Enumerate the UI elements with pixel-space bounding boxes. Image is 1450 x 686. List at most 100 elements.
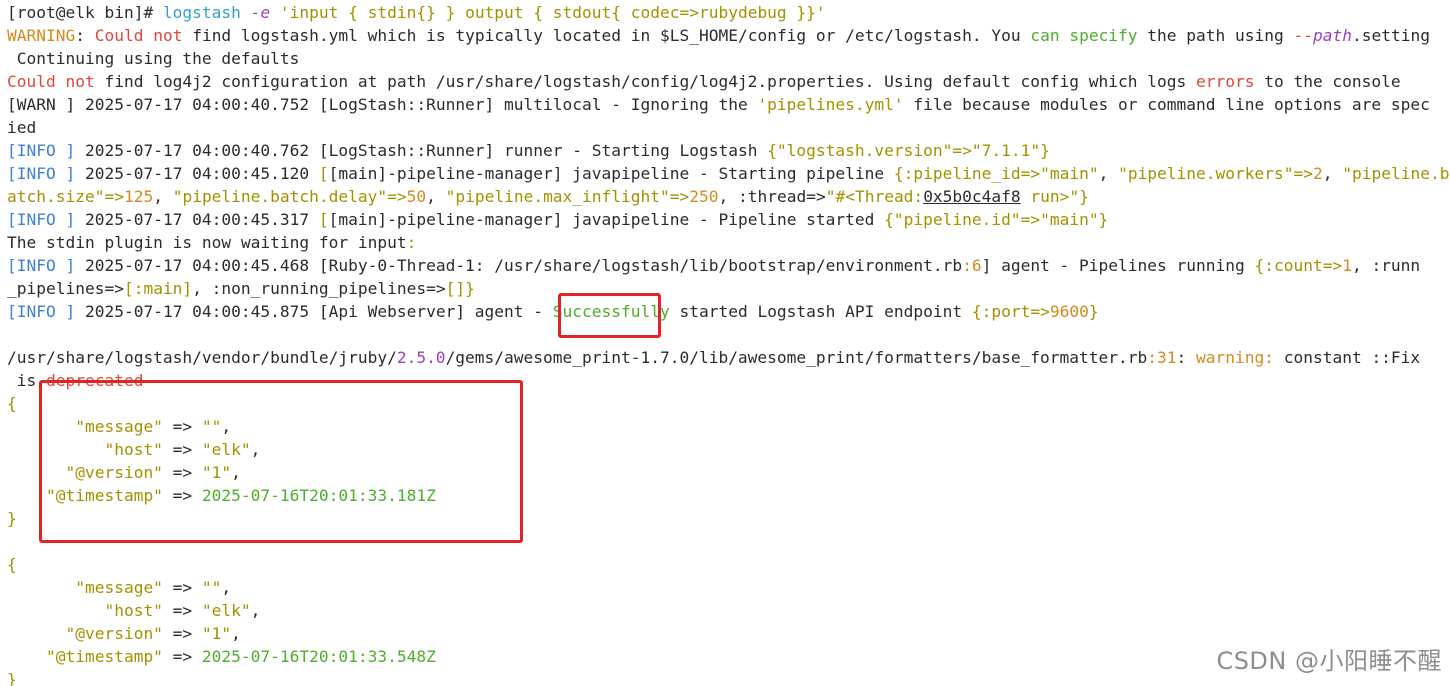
terminal-text: 2025-07-17 04:00:45.468 [Ruby-0-Thread-1…	[75, 256, 963, 275]
terminal-text: ,	[426, 187, 446, 206]
terminal-text: =>	[162, 647, 202, 666]
terminal-text: {:count=>	[1254, 256, 1343, 275]
terminal-text: path	[1312, 26, 1352, 45]
terminal-text: =>	[162, 440, 202, 459]
terminal-text: 2025-07-16T20:01:33.548Z	[201, 647, 436, 666]
terminal-text: ,	[221, 417, 232, 436]
terminal-text: =>	[162, 601, 202, 620]
terminal-line: is deprecated	[7, 369, 1450, 392]
terminal-line: "message" => "",	[7, 415, 1450, 438]
terminal-text: =>	[162, 578, 202, 597]
terminal-text: =>	[162, 463, 202, 482]
terminal-text: ,	[153, 187, 173, 206]
terminal-line: "message" => "",	[7, 576, 1450, 599]
terminal-text: Continuing using the defaults	[7, 49, 300, 68]
terminal-text: ied	[7, 118, 37, 137]
terminal-text: run>"}	[1020, 187, 1089, 206]
terminal-text: "@timestamp"	[7, 486, 163, 505]
terminal-line: [WARN ] 2025-07-17 04:00:40.752 [LogStas…	[7, 93, 1450, 116]
terminal-text: {:port=>	[971, 302, 1050, 321]
terminal-text: "host"	[7, 601, 163, 620]
terminal-text: ,	[1098, 164, 1119, 183]
terminal-line: atch.size"=>125, "pipeline.batch.delay"=…	[7, 185, 1450, 208]
terminal-text: "elk"	[201, 601, 251, 620]
terminal-text: ,	[250, 601, 261, 620]
terminal-text: deprecated	[45, 371, 144, 390]
terminal-text: , :thread=>	[718, 187, 826, 206]
terminal-text: is	[7, 371, 46, 390]
terminal-text: "@timestamp"	[7, 647, 163, 666]
terminal-text: 125	[123, 187, 154, 206]
terminal-text: the path using	[1137, 26, 1294, 45]
terminal-line: [INFO ] 2025-07-17 04:00:40.762 [LogStas…	[7, 139, 1450, 162]
terminal-text: =>	[162, 417, 202, 436]
terminal-text: -e	[250, 3, 271, 22]
terminal-line: /usr/share/logstash/vendor/bundle/jruby/…	[7, 346, 1450, 369]
terminal-text: 2025-07-17 04:00:40.752 [LogStash::Runne…	[75, 95, 758, 114]
terminal-text: [	[318, 210, 329, 229]
terminal-text: ,	[1322, 164, 1343, 183]
terminal-text: [	[318, 164, 329, 183]
terminal-text: [INFO ]	[7, 141, 76, 160]
terminal-text: 2025-07-17 04:00:45.875 [Api Webserver] …	[75, 302, 553, 321]
terminal-text: Could not	[94, 26, 183, 45]
terminal-text: 2025-07-17 04:00:45.317	[75, 210, 319, 229]
terminal-text: :	[406, 233, 417, 252]
terminal-text: The stdin plugin is now waiting for inpu…	[7, 233, 407, 252]
terminal-text: --	[1293, 26, 1313, 45]
terminal-text: 2.5.0	[396, 348, 446, 367]
terminal-text: []}	[445, 279, 475, 298]
terminal-text: {"logstash.version"=>"7.1.1"}	[767, 141, 1050, 160]
terminal-text: [INFO ]	[7, 302, 76, 321]
terminal-text: to the console	[1254, 72, 1401, 91]
terminal-text: [INFO ]	[7, 256, 76, 275]
terminal-text: can specify	[1030, 26, 1138, 45]
terminal-text: ,	[221, 578, 232, 597]
terminal-text: ,	[231, 463, 241, 482]
terminal-text: "1"	[201, 463, 232, 482]
terminal-text: _pipelines=>	[7, 279, 124, 298]
terminal-text: "message"	[7, 578, 163, 597]
terminal-text: "host"	[7, 440, 163, 459]
terminal-text: 250	[689, 187, 719, 206]
terminal-line: Could not find log4j2 configuration at p…	[7, 70, 1450, 93]
terminal-text: /usr/share/logstash/vendor/bundle/jruby/	[7, 348, 397, 367]
terminal-text: [root@elk bin]#	[7, 3, 163, 22]
terminal-text: [INFO ]	[7, 164, 76, 183]
terminal-text: [main]-pipeline-manager] javapipeline - …	[328, 164, 894, 183]
terminal-text: warning:	[1196, 348, 1274, 367]
terminal-line: _pipelines=>[:main], :non_running_pipeli…	[7, 277, 1450, 300]
terminal-text: "pipeline.b	[1342, 164, 1450, 183]
terminal-text: "#<Thread:	[825, 187, 924, 206]
terminal-text: , :runn	[1351, 256, 1421, 275]
terminal-output[interactable]: [root@elk bin]# logstash -e 'input { std…	[0, 0, 1450, 686]
terminal-text: file because modules or command line opt…	[903, 95, 1430, 114]
terminal-line: }	[7, 507, 1450, 530]
terminal-text: Successfully	[552, 302, 670, 321]
terminal-line: {	[7, 553, 1450, 576]
terminal-text: {:pipeline_id=>	[893, 164, 1041, 183]
terminal-text: :	[75, 26, 95, 45]
terminal-line: "@version" => "1",	[7, 461, 1450, 484]
terminal-text: 50	[406, 187, 427, 206]
terminal-line: [INFO ] 2025-07-17 04:00:45.875 [Api Web…	[7, 300, 1450, 323]
terminal-text: {"pipeline.id"=>"main"}	[884, 210, 1109, 229]
terminal-text: 9600	[1049, 302, 1089, 321]
terminal-line: [INFO ] 2025-07-17 04:00:45.468 [Ruby-0-…	[7, 254, 1450, 277]
terminal-line: Continuing using the defaults	[7, 47, 1450, 70]
terminal-text: , :non_running_pipelines=>	[192, 279, 446, 298]
terminal-line: "host" => "elk",	[7, 599, 1450, 622]
terminal-text: .setting	[1351, 26, 1430, 45]
terminal-text: ""	[201, 417, 222, 436]
terminal-line: The stdin plugin is now waiting for inpu…	[7, 231, 1450, 254]
terminal-text: Could not	[7, 72, 95, 91]
terminal-text: :6	[962, 256, 982, 275]
terminal-text: [WARN ]	[7, 95, 76, 114]
terminal-line: [INFO ] 2025-07-17 04:00:45.120 [[main]-…	[7, 162, 1450, 185]
terminal-text: [INFO ]	[7, 210, 76, 229]
terminal-text: 1	[1342, 256, 1352, 275]
terminal-line: ied	[7, 116, 1450, 139]
